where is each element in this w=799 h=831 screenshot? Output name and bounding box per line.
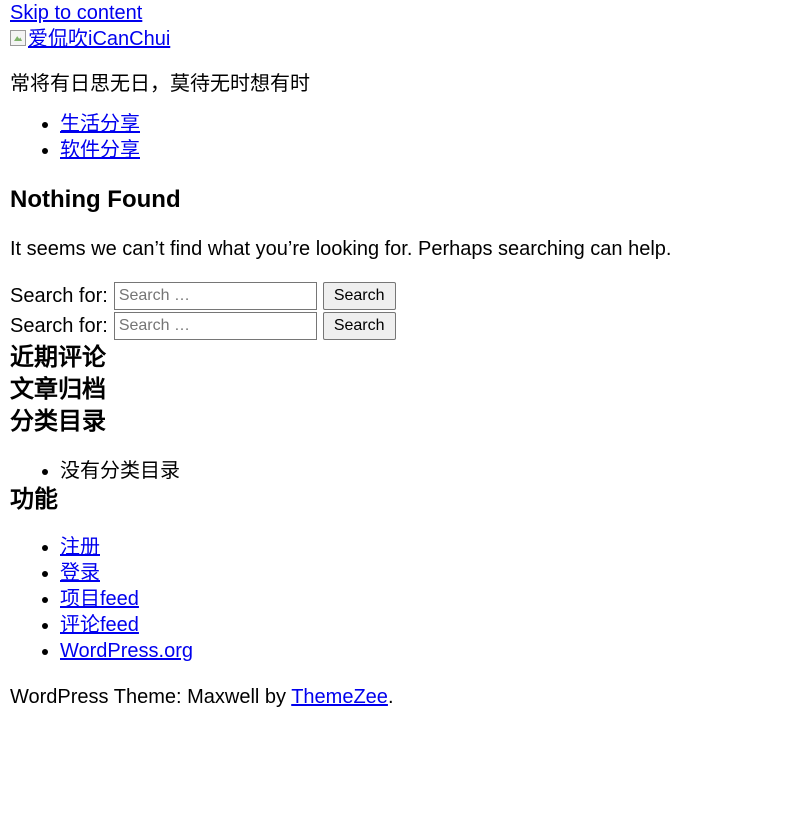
main-navigation: 生活分享 软件分享 bbox=[10, 111, 789, 163]
site-tagline: 常将有日思无日，莫待无时想有时 bbox=[10, 73, 310, 95]
register-link[interactable]: 注册 bbox=[60, 536, 100, 558]
site-logo-link[interactable]: 爱侃吹iCanChui bbox=[10, 26, 789, 52]
list-item: 项目feed bbox=[60, 586, 789, 612]
search-input[interactable] bbox=[113, 282, 317, 310]
page: Skip to content 爱侃吹iCanChui 常将有日思无日，莫待无时… bbox=[0, 0, 799, 710]
nav-link-software[interactable]: 软件分享 bbox=[60, 139, 140, 161]
list-item: 登录 bbox=[60, 560, 789, 586]
site-footer: WordPress Theme: Maxwell by ThemeZee. bbox=[10, 684, 789, 710]
list-item: 没有分类目录 bbox=[60, 458, 789, 484]
login-link[interactable]: 登录 bbox=[60, 562, 100, 584]
nav-link-life[interactable]: 生活分享 bbox=[60, 113, 140, 135]
nav-item: 软件分享 bbox=[60, 137, 789, 163]
page-title: Nothing Found bbox=[10, 186, 181, 213]
recent-comments-title: 近期评论 bbox=[10, 344, 106, 371]
footer-period: . bbox=[387, 686, 394, 708]
list-item: 评论feed bbox=[60, 612, 789, 638]
search-label: Search for: bbox=[10, 285, 108, 307]
categories-list: 没有分类目录 bbox=[10, 458, 789, 484]
skip-to-content-link[interactable]: Skip to content bbox=[10, 0, 789, 26]
search-input[interactable] bbox=[113, 312, 317, 340]
comments-feed-link[interactable]: 评论feed bbox=[60, 614, 139, 636]
entries-feed-link[interactable]: 项目feed bbox=[60, 588, 139, 610]
broken-image-icon bbox=[10, 30, 26, 46]
wordpress-org-link[interactable]: WordPress.org bbox=[60, 640, 193, 662]
footer-text: WordPress Theme: Maxwell by bbox=[10, 686, 287, 708]
search-button[interactable]: Search bbox=[322, 312, 396, 340]
search-form-2: Search for: Search bbox=[10, 312, 789, 342]
list-item: WordPress.org bbox=[60, 638, 789, 664]
search-button[interactable]: Search bbox=[322, 282, 396, 310]
meta-title: 功能 bbox=[10, 486, 58, 513]
list-item: 注册 bbox=[60, 534, 789, 560]
meta-links-list: 注册 登录 项目feed 评论feed WordPress.org bbox=[10, 534, 789, 664]
not-found-message: It seems we can’t find what you’re looki… bbox=[10, 238, 672, 260]
search-label: Search for: bbox=[10, 315, 108, 337]
nav-item: 生活分享 bbox=[60, 111, 789, 137]
themezee-link[interactable]: ThemeZee bbox=[291, 686, 388, 708]
search-form-1: Search for: Search bbox=[10, 282, 789, 312]
categories-title: 分类目录 bbox=[10, 408, 106, 435]
archives-title: 文章归档 bbox=[10, 376, 106, 403]
site-logo-alt-text: 爱侃吹iCanChui bbox=[28, 28, 171, 50]
